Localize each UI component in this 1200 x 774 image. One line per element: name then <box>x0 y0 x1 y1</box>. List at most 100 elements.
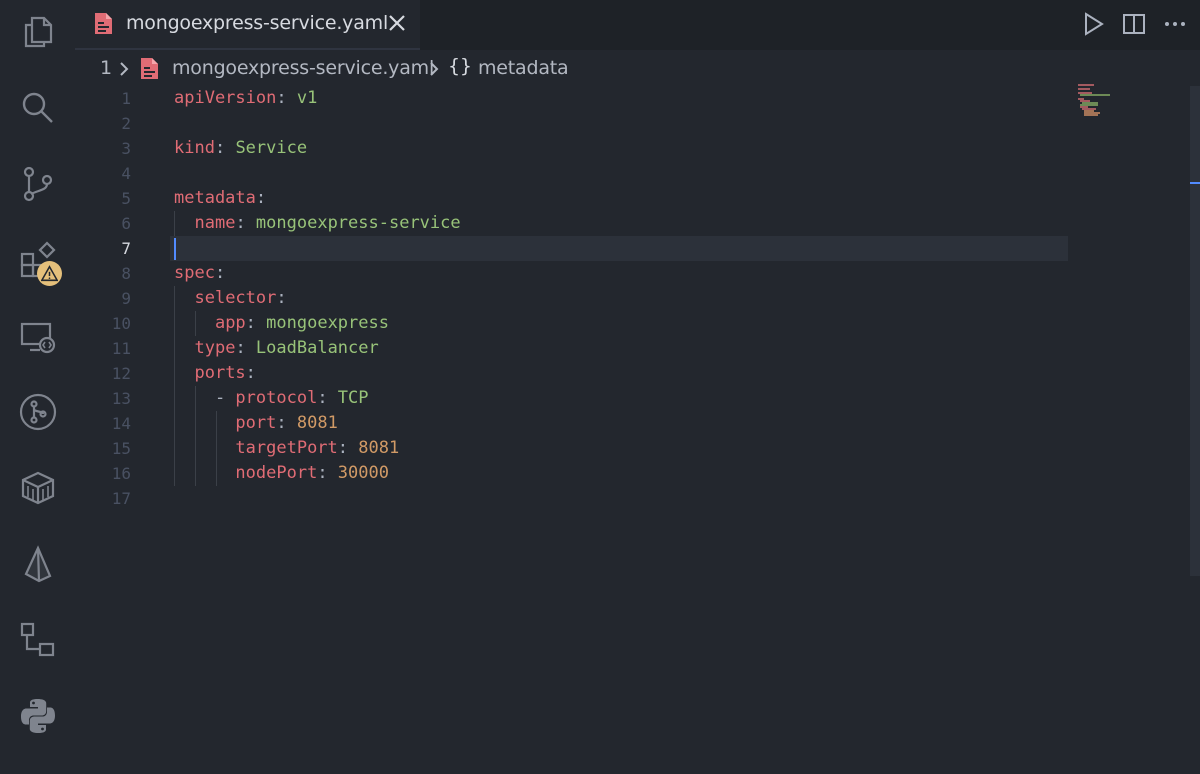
line-number: 12 <box>111 364 131 383</box>
search-icon[interactable] <box>0 78 75 138</box>
close-icon[interactable] <box>386 12 408 34</box>
yaml-key: kind <box>174 138 215 158</box>
line-number: 2 <box>121 114 131 133</box>
extensions-icon[interactable] <box>0 230 75 290</box>
code-line[interactable]: 11 type: LoadBalancer <box>75 336 1075 361</box>
yaml-key: nodePort <box>235 463 318 483</box>
yaml-punctuation: : <box>276 88 297 108</box>
code-line[interactable]: 5 metadata: <box>75 186 1075 211</box>
split-editor-icon[interactable] <box>1122 12 1146 36</box>
minimap[interactable] <box>1076 84 1116 134</box>
line-number: 10 <box>111 314 131 333</box>
yaml-key: ports <box>194 363 246 383</box>
yaml-key: selector <box>194 288 277 308</box>
yaml-punctuation: : <box>276 413 297 433</box>
yaml-file-icon <box>94 12 113 39</box>
code-line[interactable]: 17 <box>75 486 1075 511</box>
yaml-string: mongoexpress-service <box>255 213 461 233</box>
tab-bar: mongoexpress-service.yaml <box>75 0 1200 50</box>
code-line[interactable]: 1 apiVersion: v1 <box>75 86 1075 111</box>
line-number: 4 <box>121 164 131 183</box>
code-text: spec: <box>174 261 225 286</box>
code-line[interactable]: 4 <box>75 161 1075 186</box>
cursor-position-marker <box>1190 182 1200 184</box>
yaml-punctuation <box>174 413 235 433</box>
code-text: kind: Service <box>174 136 307 161</box>
code-text: type: LoadBalancer <box>174 336 378 361</box>
git-graph-icon[interactable] <box>0 382 75 442</box>
yaml-key: metadata <box>174 188 256 208</box>
code-text: selector: <box>174 286 286 311</box>
code-line[interactable]: 2 <box>75 111 1075 136</box>
code-text: nodePort: 30000 <box>174 461 389 486</box>
prisma-icon[interactable] <box>0 534 75 594</box>
tab-label: mongoexpress-service.yaml <box>126 12 389 34</box>
yaml-string: TCP <box>337 388 369 408</box>
line-number: 11 <box>111 339 131 358</box>
code-line[interactable]: 16 nodePort: 30000 <box>75 461 1075 486</box>
breadcrumb-file[interactable]: mongoexpress-service.yaml <box>172 57 434 79</box>
code-line[interactable]: 15 targetPort: 8081 <box>75 436 1075 461</box>
breadcrumb-root[interactable]: 1 <box>100 57 112 79</box>
code-line[interactable]: 13 - protocol: TCP <box>75 386 1075 411</box>
line-number: 7 <box>121 239 131 258</box>
yaml-file-icon <box>140 57 159 84</box>
line-number: 8 <box>121 264 131 283</box>
source-control-icon[interactable] <box>0 154 75 214</box>
yaml-key: app <box>214 313 246 333</box>
line-number: 14 <box>111 414 131 433</box>
line-number: 9 <box>121 289 131 308</box>
yaml-key: type <box>194 338 236 358</box>
code-line[interactable]: 8 spec: <box>75 261 1075 286</box>
yaml-punctuation <box>174 438 235 458</box>
yaml-key: spec <box>174 263 215 283</box>
remote-explorer-icon[interactable] <box>0 306 75 366</box>
code-text: ports: <box>174 361 256 386</box>
yaml-punctuation <box>174 288 194 308</box>
code-text: port: 8081 <box>174 411 338 436</box>
files-icon[interactable] <box>0 2 75 62</box>
tab-mongoexpress-service[interactable]: mongoexpress-service.yaml <box>75 0 420 50</box>
yaml-key: port <box>235 413 277 433</box>
code-line[interactable]: 14 port: 8081 <box>75 411 1075 436</box>
yaml-number: 8081 <box>358 438 400 458</box>
line-number: 1 <box>121 89 131 108</box>
docker-icon[interactable] <box>0 458 75 518</box>
yaml-punctuation: : <box>317 463 338 483</box>
line-number: 5 <box>121 189 131 208</box>
activity-bar <box>0 0 75 774</box>
yaml-punctuation <box>174 338 194 358</box>
run-icon[interactable] <box>1081 12 1105 36</box>
yaml-punctuation: : <box>317 388 338 408</box>
code-line[interactable]: 3 kind: Service <box>75 136 1075 161</box>
yaml-key: apiVersion <box>174 88 277 108</box>
code-line[interactable]: 12 ports: <box>75 361 1075 386</box>
warning-badge-icon <box>37 261 62 286</box>
code-line[interactable]: 10 app: mongoexpress <box>75 311 1075 336</box>
breadcrumb: 1 mongoexpress-service.yaml {} metadata <box>75 50 1200 86</box>
code-line[interactable]: 7 <box>75 236 1075 261</box>
yaml-key: name <box>194 213 236 233</box>
code-text: metadata: <box>174 186 266 211</box>
yaml-punctuation <box>174 313 215 333</box>
yaml-punctuation: : <box>235 338 256 358</box>
code-editor[interactable]: 1 apiVersion: v1 2 3 kind: Service 4 5 metadata… <box>75 86 1190 774</box>
chevron-right-icon <box>118 61 130 81</box>
yaml-key: protocol <box>235 388 318 408</box>
breadcrumb-symbol[interactable]: metadata <box>478 57 569 79</box>
workflow-icon[interactable] <box>0 610 75 670</box>
line-number: 13 <box>111 389 131 408</box>
code-line[interactable]: 9 selector: <box>75 286 1075 311</box>
vertical-scrollbar[interactable] <box>1190 86 1200 774</box>
yaml-punctuation: : <box>245 363 256 383</box>
python-icon[interactable] <box>0 686 75 746</box>
more-actions-icon[interactable] <box>1163 12 1187 36</box>
code-text: targetPort: 8081 <box>174 436 399 461</box>
yaml-number: 8081 <box>296 413 338 433</box>
yaml-string: Service <box>235 138 308 158</box>
yaml-punctuation: - <box>174 388 236 408</box>
code-line[interactable]: 6 name: mongoexpress-service <box>75 211 1075 236</box>
scrollbar-thumb[interactable] <box>1190 86 1200 576</box>
line-number: 6 <box>121 214 131 233</box>
yaml-punctuation <box>174 213 194 233</box>
